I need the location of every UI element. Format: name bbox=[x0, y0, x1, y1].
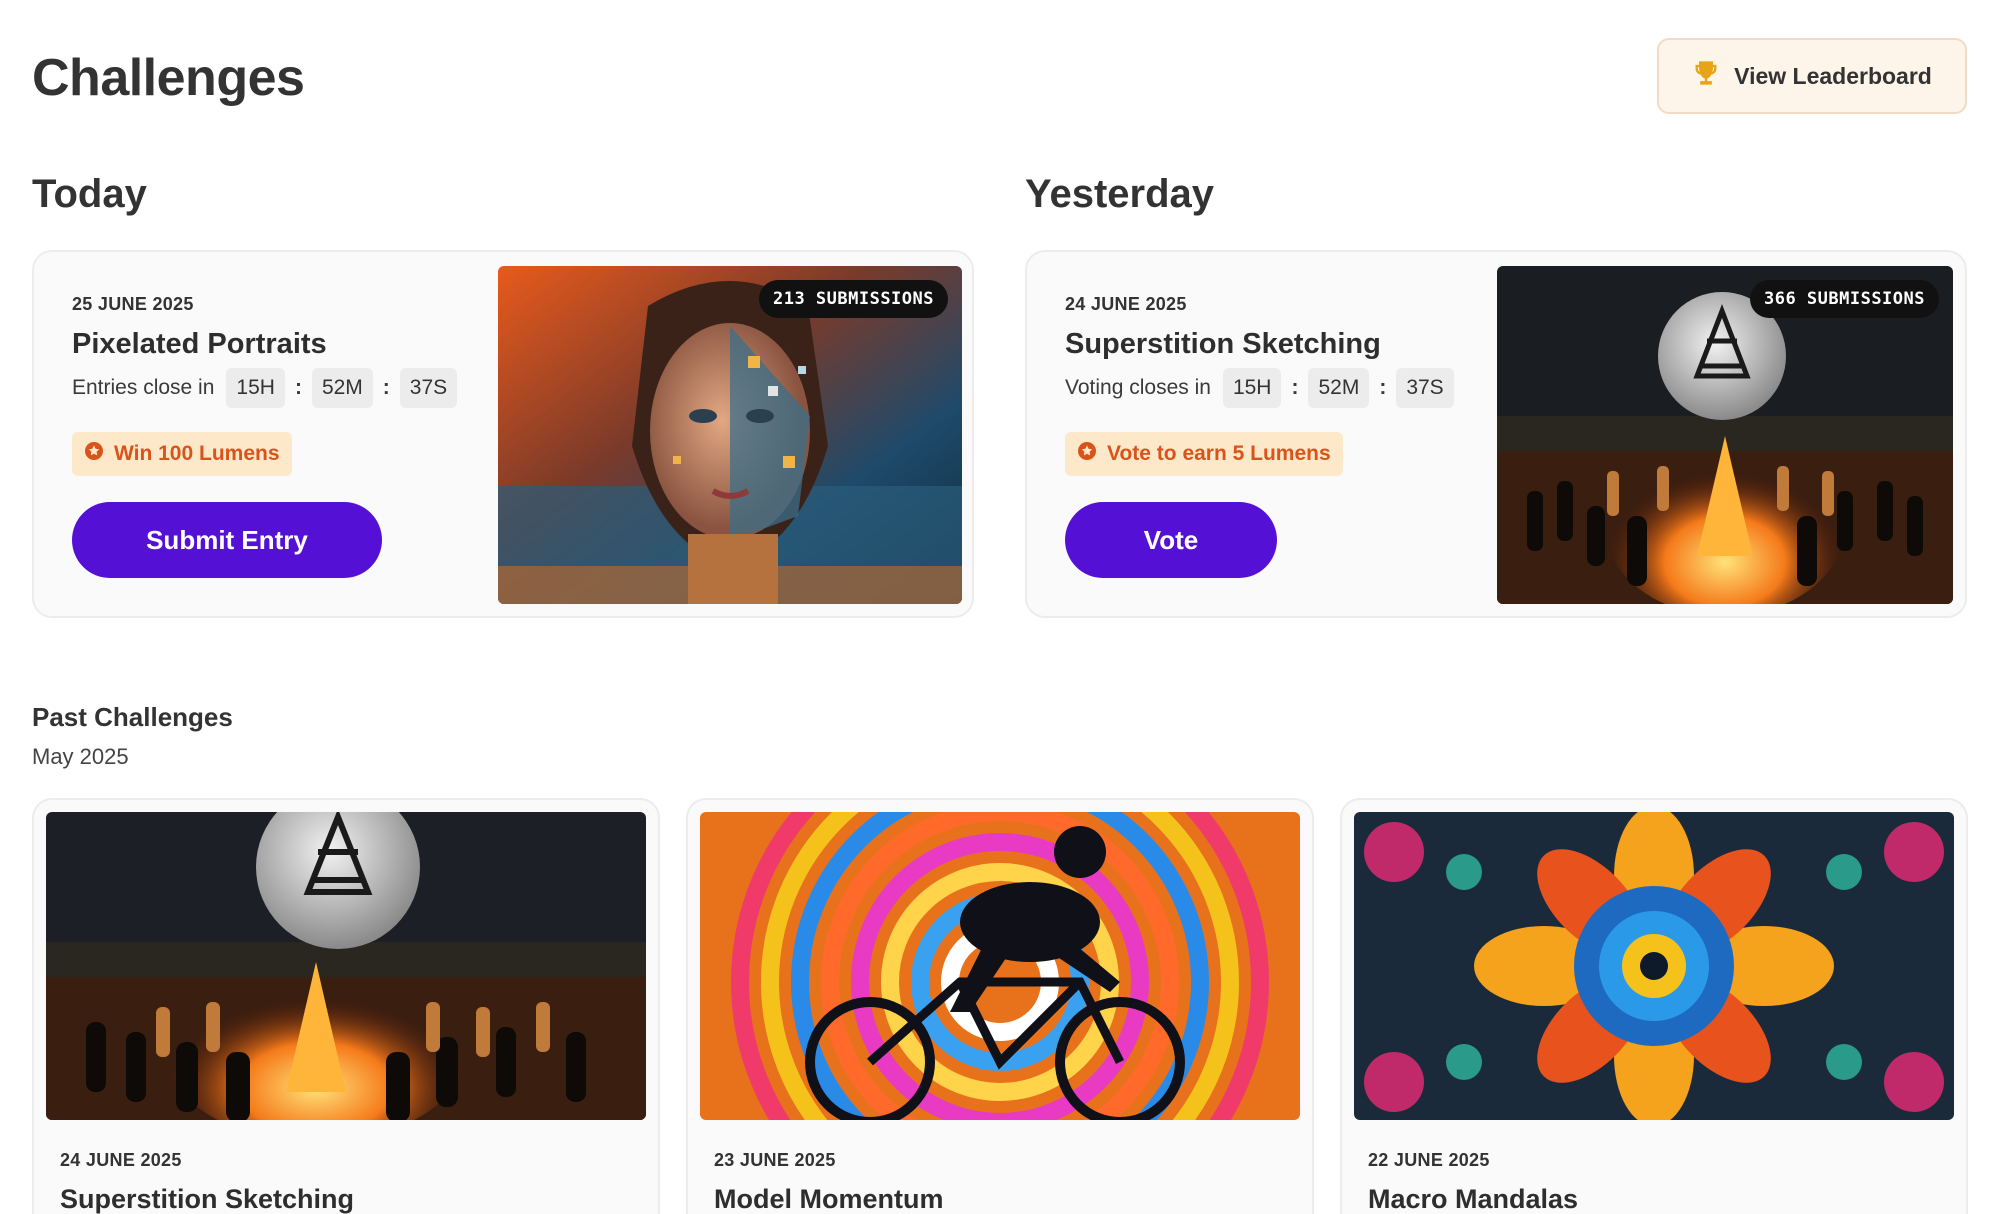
past-challenge-image bbox=[700, 812, 1300, 1120]
submissions-count-badge: 213 SUBMISSIONS bbox=[758, 280, 948, 318]
past-challenge-image bbox=[46, 812, 646, 1120]
section-title-today: Today bbox=[32, 172, 147, 216]
challenge-title: Pixelated Portraits bbox=[72, 328, 327, 360]
page-title: Challenges bbox=[32, 49, 305, 107]
today-challenge-card: 25 JUNE 2025 Pixelated Portraits Entries… bbox=[32, 250, 974, 618]
yesterday-challenge-card: 24 JUNE 2025 Superstition Sketching Voti… bbox=[1025, 250, 1967, 618]
timer-label: Voting closes in bbox=[1065, 376, 1211, 399]
past-challenge-title: Model Momentum bbox=[714, 1184, 944, 1214]
reward-text: Win 100 Lumens bbox=[114, 442, 280, 465]
view-leaderboard-label: View Leaderboard bbox=[1734, 62, 1932, 89]
challenge-image[interactable]: 366 SUBMISSIONS bbox=[1497, 266, 1953, 604]
challenge-image[interactable]: 213 SUBMISSIONS bbox=[498, 266, 962, 604]
past-challenges-month: May 2025 bbox=[32, 744, 129, 769]
challenge-date: 25 JUNE 2025 bbox=[72, 294, 194, 314]
timer-minutes: 52M bbox=[1308, 368, 1370, 408]
challenge-title: Superstition Sketching bbox=[1065, 328, 1381, 360]
lumen-icon bbox=[84, 441, 104, 467]
past-challenge-date: 23 JUNE 2025 bbox=[714, 1150, 836, 1170]
timer-hours: 15H bbox=[1222, 368, 1282, 408]
timer-minutes: 52M bbox=[311, 368, 373, 408]
past-challenge-card[interactable]: 23 JUNE 2025 Model Momentum bbox=[686, 798, 1314, 1214]
submissions-count-badge: 366 SUBMISSIONS bbox=[1749, 280, 1939, 318]
reward-badge: Vote to earn 5 Lumens bbox=[1065, 432, 1343, 476]
timer-hours: 15H bbox=[226, 368, 285, 408]
timer-seconds: 37S bbox=[1396, 368, 1454, 408]
reward-badge: Win 100 Lumens bbox=[72, 432, 292, 476]
vote-button[interactable]: Vote bbox=[1065, 502, 1277, 578]
past-challenge-date: 24 JUNE 2025 bbox=[60, 1150, 182, 1170]
past-challenge-card[interactable]: 24 JUNE 2025 Superstition Sketching bbox=[32, 798, 660, 1214]
timer-separator: : bbox=[1291, 376, 1299, 399]
past-challenges-title: Past Challenges bbox=[32, 702, 233, 732]
timer-label: Entries close in bbox=[72, 376, 215, 399]
past-challenge-card[interactable]: 22 JUNE 2025 Macro Mandalas bbox=[1340, 798, 1968, 1214]
lumen-icon bbox=[1077, 441, 1097, 467]
timer-separator: : bbox=[382, 376, 390, 399]
countdown-timer: Voting closes in 15H : 52M : 37S bbox=[1065, 368, 1454, 408]
challenge-date: 24 JUNE 2025 bbox=[1065, 294, 1187, 314]
timer-separator: : bbox=[1379, 376, 1387, 399]
timer-separator: : bbox=[294, 376, 302, 399]
past-challenge-image bbox=[1354, 812, 1954, 1120]
countdown-timer: Entries close in 15H : 52M : 37S bbox=[72, 368, 458, 408]
section-title-yesterday: Yesterday bbox=[1025, 172, 1215, 216]
past-challenge-title: Macro Mandalas bbox=[1368, 1184, 1579, 1214]
reward-text: Vote to earn 5 Lumens bbox=[1107, 442, 1331, 465]
past-challenge-date: 22 JUNE 2025 bbox=[1368, 1150, 1490, 1170]
trophy-icon bbox=[1692, 59, 1720, 93]
timer-seconds: 37S bbox=[399, 368, 458, 408]
view-leaderboard-button[interactable]: View Leaderboard bbox=[1657, 38, 1967, 114]
submit-entry-button[interactable]: Submit Entry bbox=[72, 502, 382, 578]
past-challenge-title: Superstition Sketching bbox=[60, 1184, 355, 1214]
